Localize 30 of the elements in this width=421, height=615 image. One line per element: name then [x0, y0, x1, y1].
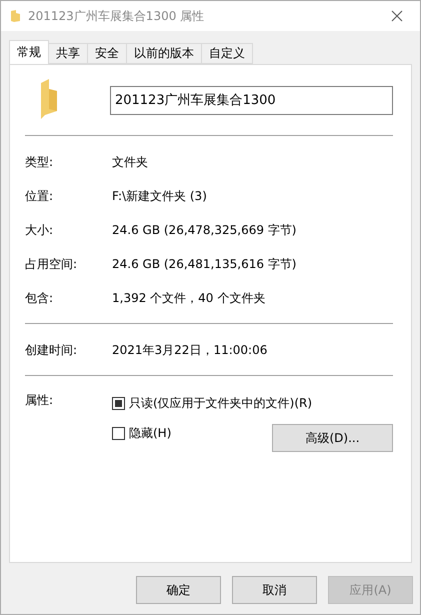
dialog-button[interactable]: 确定: [136, 576, 221, 604]
field-label: 大小:: [25, 222, 54, 238]
checkbox-label: 隐藏(H): [129, 424, 172, 442]
tab[interactable]: 常规: [9, 40, 49, 64]
folder-icon: [11, 10, 20, 22]
tab[interactable]: 以前的版本: [126, 43, 202, 64]
window-title: 201123广州车展集合1300 属性: [28, 8, 206, 24]
field-value: 文件夹: [112, 154, 148, 170]
close-icon[interactable]: [391, 10, 403, 22]
field-value: 24.6 GB (26,478,325,669 字节): [112, 222, 296, 238]
field-label: 占用空间:: [25, 256, 78, 272]
dialog-button[interactable]: 取消: [232, 576, 317, 604]
field-label: 类型:: [25, 154, 54, 170]
checkbox[interactable]: [112, 396, 125, 410]
name-field[interactable]: 201123广州车展集合1300: [110, 86, 393, 114]
field-value: F:\新建文件夹 (3): [112, 188, 207, 204]
tab[interactable]: 安全: [87, 43, 127, 64]
checkbox[interactable]: [112, 426, 125, 440]
field-label: 创建时间:: [25, 342, 78, 358]
tab[interactable]: 共享: [48, 43, 88, 64]
checkbox-label: 只读(仅应用于文件夹中的文件)(R): [129, 394, 312, 412]
field-value: 24.6 GB (26,481,135,616 字节): [112, 256, 296, 272]
field-label: 包含:: [25, 290, 54, 306]
advanced-button[interactable]: 高级(D)...: [272, 424, 393, 452]
field-value: 2021年3月22日，11:00:06: [112, 342, 268, 358]
field-label: 属性:: [25, 392, 54, 409]
field-label: 位置:: [25, 188, 54, 204]
tab[interactable]: 自定义: [201, 43, 253, 64]
field-value: 1,392 个文件，40 个文件夹: [112, 290, 266, 306]
folder-icon: [39, 78, 57, 118]
